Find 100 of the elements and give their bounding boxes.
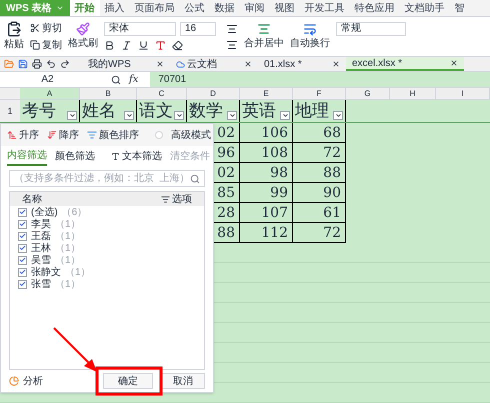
table-cell: 72 [293, 143, 346, 163]
sort-button[interactable]: 颜色排序 [87, 128, 139, 142]
close-icon[interactable] [244, 60, 252, 68]
format-painter-button[interactable]: 格式刷 [68, 36, 98, 51]
ribbon-tab[interactable]: 数据 [210, 0, 240, 16]
filter-tab[interactable]: 颜色筛选 [55, 146, 95, 166]
column-header[interactable]: B [80, 88, 137, 99]
cut-button[interactable]: 剪切 [42, 20, 62, 36]
align-center-icon[interactable] [226, 22, 238, 34]
filter-value[interactable]: 张静文 [31, 264, 61, 280]
paste-icon[interactable] [6, 21, 22, 37]
number-format-field[interactable]: 常规 [336, 22, 406, 36]
column-header[interactable]: E [240, 88, 293, 99]
sort-button[interactable]: 升序 [7, 128, 39, 142]
checkbox[interactable] [18, 268, 27, 276]
ribbon-tab[interactable]: 文档助手 [400, 0, 450, 16]
copy-button[interactable]: 复制 [42, 38, 62, 52]
scissors-icon[interactable] [30, 23, 40, 33]
function-button[interactable]: fx [129, 72, 138, 87]
checkbox[interactable] [18, 220, 27, 228]
italic-icon[interactable] [121, 40, 132, 51]
value-count: （6） [62, 206, 88, 220]
filter-value[interactable]: (全选) [31, 204, 58, 220]
font-color-icon[interactable] [155, 40, 166, 51]
checkbox[interactable] [18, 232, 27, 240]
cell-reference-field[interactable]: A2 [0, 72, 95, 87]
row-header[interactable]: 1 [0, 100, 20, 122]
ribbon-tab[interactable]: 开发工具 [300, 0, 350, 16]
pie-chart-icon[interactable] [9, 376, 19, 386]
filter-value[interactable]: 吴雪 [31, 252, 51, 268]
redo-icon[interactable] [60, 59, 70, 69]
save-icon[interactable] [18, 59, 28, 69]
paste-button[interactable]: 粘贴 [4, 37, 24, 52]
text-icon [111, 152, 120, 160]
document-tab[interactable]: excel.xlsx * [346, 57, 464, 71]
checkbox[interactable] [18, 244, 27, 252]
close-icon[interactable] [450, 59, 458, 67]
column-header[interactable]: D [187, 88, 240, 99]
column-heading: 名称 [22, 192, 42, 206]
ok-button[interactable]: 确定 [103, 373, 153, 389]
folder-icon[interactable] [4, 59, 14, 69]
ribbon-tab[interactable]: 视图 [270, 0, 300, 16]
copy-icon[interactable] [30, 40, 40, 50]
cancel-button[interactable]: 取消 [161, 373, 205, 389]
filter-dropdown-button[interactable] [280, 111, 290, 120]
filter-dropdown-button[interactable] [174, 111, 184, 120]
search-icon[interactable] [190, 174, 200, 184]
filter-value[interactable]: 李昊 [31, 216, 51, 232]
bold-icon[interactable] [104, 40, 115, 51]
filter-dropdown-button[interactable] [67, 111, 77, 120]
document-tab[interactable]: 我的WPS [82, 57, 170, 71]
close-icon[interactable] [156, 60, 164, 68]
column-header[interactable]: H [390, 88, 436, 99]
filter-dropdown-button[interactable] [124, 111, 134, 120]
column-header[interactable]: I [436, 88, 490, 99]
eraser-icon[interactable] [172, 40, 183, 51]
document-tab[interactable]: 01.xlsx * [258, 57, 346, 71]
ribbon-tab[interactable]: 特色应用 [350, 0, 400, 16]
filter-value[interactable]: 王磊 [31, 228, 51, 244]
ribbon-tab[interactable]: 审阅 [240, 0, 270, 16]
font-size-field[interactable]: 16 [180, 22, 216, 36]
formula-field[interactable]: 70701 [150, 72, 490, 87]
zoom-icon[interactable] [111, 74, 121, 84]
ribbon-tab[interactable]: 开始 [70, 0, 100, 16]
filter-dropdown-button[interactable] [333, 111, 343, 120]
close-icon[interactable] [332, 60, 340, 68]
merge-icon[interactable] [257, 22, 271, 36]
brush-icon[interactable] [76, 22, 90, 36]
filter-tab[interactable]: 内容筛选 [7, 146, 47, 166]
font-name-field[interactable]: 宋体 [104, 22, 176, 36]
column-header[interactable]: F [293, 88, 346, 99]
printer-icon[interactable] [32, 59, 42, 69]
underline-icon[interactable] [138, 40, 149, 51]
checkbox[interactable] [18, 280, 27, 288]
undo-icon[interactable] [46, 59, 56, 69]
sort-button[interactable]: 降序 [47, 128, 79, 142]
advanced-mode-toggle[interactable] [155, 131, 163, 139]
align-center-icon[interactable] [226, 38, 238, 50]
filter-value[interactable]: 王林 [31, 240, 51, 256]
filter-value[interactable]: 张雪 [31, 276, 51, 292]
table-cell: 考号 [20, 100, 80, 122]
ribbon-tab[interactable]: 页面布局 [130, 0, 180, 16]
search-field[interactable]: （支持多条件过滤，例如：北京 上海） [9, 170, 205, 187]
text-filter-button[interactable]: 文本筛选 [111, 148, 162, 164]
analyze-button[interactable]: 分析 [23, 374, 43, 388]
checkbox[interactable] [18, 208, 27, 216]
column-header[interactable]: G [346, 88, 390, 99]
column-header[interactable]: C [137, 88, 187, 99]
ribbon-tab[interactable]: 公式 [180, 0, 210, 16]
column-header[interactable]: A [20, 88, 80, 99]
checkbox[interactable] [18, 256, 27, 264]
caret-icon [126, 112, 132, 119]
filter-dropdown-button[interactable] [227, 111, 237, 120]
wrap-text-button[interactable]: 自动换行 [290, 36, 330, 51]
document-tab[interactable]: 云文档 [170, 57, 258, 71]
ribbon-tab[interactable]: 智 [450, 0, 470, 16]
table-cell: 98 [240, 163, 293, 183]
ribbon-tab[interactable]: 插入 [100, 0, 130, 16]
merge-center-button[interactable]: 合并居中 [244, 36, 284, 51]
wrap-icon[interactable] [303, 22, 317, 36]
